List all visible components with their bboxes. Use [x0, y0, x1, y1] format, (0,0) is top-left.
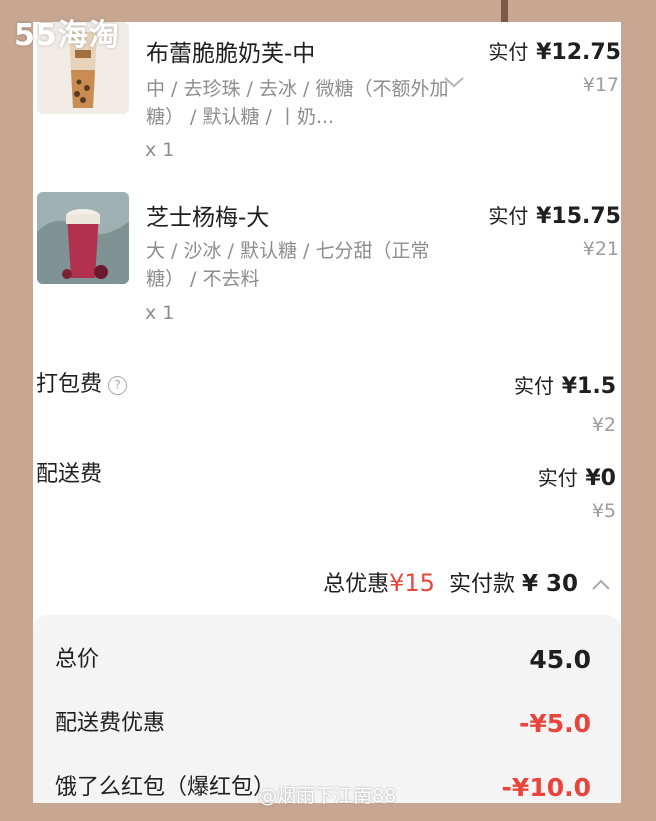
item-paid-price: 实付 ¥12.75	[488, 36, 621, 65]
packing-fee-paid: 实付 ¥1.5	[514, 370, 616, 399]
item-original-price: ¥21	[582, 238, 619, 260]
order-summary[interactable]: 总优惠¥15 实付款 ¥ 30	[323, 566, 611, 598]
discount-label: 总优惠	[323, 572, 390, 597]
item-spec: 大 / 沙冰 / 默认糖 / 七分甜（正常糖） / 不去料	[146, 240, 430, 290]
order-card: 布蕾脆脆奶芙-中 实付 ¥12.75 ¥17 中 / 去珍珠 / 去冰 / 微糖…	[33, 22, 621, 803]
item-paid-price: 实付 ¥15.75	[488, 200, 621, 229]
help-icon[interactable]: ?	[108, 375, 128, 395]
paid-amount: ¥1.5	[561, 374, 616, 399]
fee-label-text: 打包费	[36, 372, 103, 397]
packing-fee-original: ¥2	[591, 414, 616, 436]
paid-amount: ¥0	[585, 466, 616, 491]
chevron-down-icon[interactable]	[443, 74, 465, 93]
delivery-fee-original: ¥5	[591, 500, 616, 522]
price-breakdown-panel: 总价 45.0 配送费优惠 -¥5.0 饿了么红包（爆红包） -¥10.0	[33, 615, 621, 803]
item-original-price: ¥17	[582, 74, 619, 96]
item-quantity: x 1	[145, 302, 175, 324]
paid-label: 实付	[488, 40, 529, 64]
discount-value: ¥15	[389, 569, 435, 597]
paid-label: 实付	[537, 466, 578, 490]
breakdown-value: -¥10.0	[501, 773, 591, 802]
paid-amount: ¥12.75	[536, 40, 621, 65]
packing-fee-label: 打包费?	[36, 366, 128, 398]
watermark-text: @烟雨下江南88	[258, 785, 397, 807]
paid-label: 实付	[488, 204, 529, 228]
product-image	[37, 192, 129, 284]
delivery-fee-label: 配送费	[36, 462, 103, 487]
fruit-tea-cup-icon	[37, 192, 129, 284]
item-quantity: x 1	[145, 139, 175, 161]
paid-total-value: ¥ 30	[521, 571, 578, 597]
paid-amount: ¥15.75	[536, 204, 621, 229]
watermark-logo: 55海淘	[14, 18, 120, 53]
item-name: 芝士杨梅-大	[146, 205, 270, 231]
breakdown-label: 饿了么红包（爆红包）	[55, 775, 276, 800]
breakdown-value: 45.0	[529, 645, 591, 674]
chevron-up-icon[interactable]	[591, 576, 611, 595]
breakdown-label: 配送费优惠	[55, 711, 166, 736]
item-spec: 中 / 去珍珠 / 去冰 / 微糖（不额外加糖） / 默认糖 / 丨奶...	[146, 78, 449, 128]
item-name: 布蕾脆脆奶芙-中	[146, 41, 316, 67]
paid-label: 实付	[514, 374, 555, 398]
paid-total-label: 实付款	[448, 572, 515, 597]
breakdown-label: 总价	[55, 647, 100, 672]
hanging-stick	[501, 0, 508, 22]
breakdown-value: -¥5.0	[518, 709, 591, 738]
delivery-fee-paid: 实付 ¥0	[538, 462, 616, 491]
